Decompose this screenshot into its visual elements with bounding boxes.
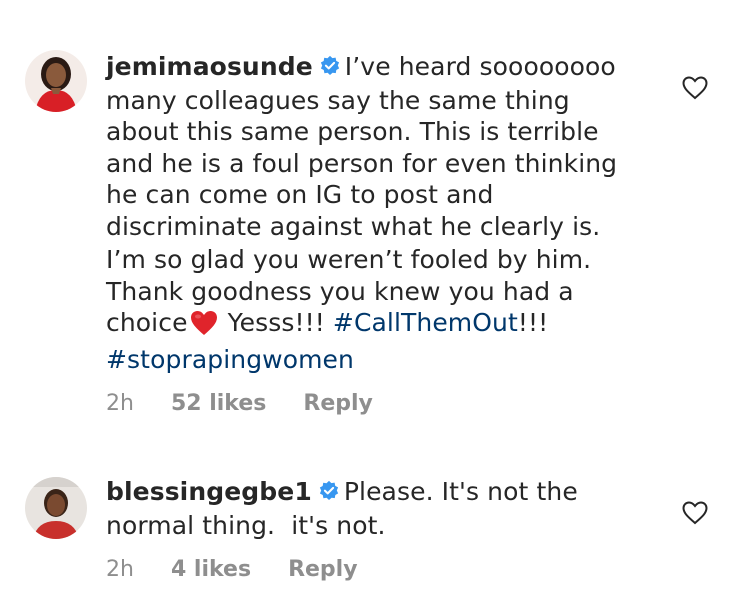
comment-text: I’ve heard soooooooo	[344, 52, 616, 81]
heart-outline-icon[interactable]	[682, 76, 708, 100]
comment-text: normal thing. it's not.	[106, 510, 386, 540]
likes-count[interactable]: 52 likes	[171, 391, 266, 416]
hashtag-link[interactable]: #stoprapingwomen	[106, 345, 354, 374]
comment-text: Yesss!!!	[227, 308, 325, 337]
comment-text: I’m so glad you weren’t fooled by him.	[106, 245, 592, 274]
comment-line: blessingegbe1 Please. It's not the	[106, 476, 666, 510]
comment-text: Thank goodness you knew you had a	[106, 276, 574, 306]
comment-text: choice	[106, 308, 188, 337]
username-link[interactable]: blessingegbe1	[106, 477, 312, 506]
likes-count[interactable]: 4 likes	[171, 557, 251, 582]
timestamp: 2h	[106, 557, 134, 582]
verified-badge-icon	[318, 478, 340, 510]
username-link[interactable]: jemimaosunde	[106, 52, 313, 81]
timestamp: 2h	[106, 391, 134, 416]
comment-body: blessingegbe1 Please. It's not the normal…	[106, 476, 666, 541]
reply-button[interactable]: Reply	[303, 391, 373, 416]
comment-meta: 2h 52 likes Reply	[106, 391, 403, 416]
verified-badge-icon	[319, 53, 341, 85]
comment-meta: 2h 4 likes Reply	[106, 557, 388, 582]
avatar[interactable]	[25, 477, 87, 539]
reply-button[interactable]: Reply	[288, 557, 358, 582]
heart-outline-icon[interactable]	[682, 501, 708, 525]
hashtag-link[interactable]: #CallThemOut	[333, 308, 518, 337]
comment-text: many colleagues say the same thing	[106, 85, 570, 115]
comment-text: discriminate against what he clearly is.	[106, 211, 601, 241]
comment-body: jemimaosunde I’ve heard soooooooo many co…	[106, 51, 666, 375]
comment-text: about this same person. This is terrible	[106, 117, 599, 146]
comment-text: Please. It's not the	[343, 477, 578, 506]
comment-text: !!!	[517, 308, 549, 337]
avatar[interactable]	[25, 50, 87, 112]
red-heart-icon	[190, 310, 218, 344]
comment-line: choice Yesss!!! #CallThemOut!!!	[106, 307, 666, 344]
comment-text: he can come on IG to post and	[106, 180, 494, 209]
comment-text: and he is a foul person for even thinkin…	[106, 148, 618, 178]
comment-line: jemimaosunde I’ve heard soooooooo	[106, 51, 666, 85]
